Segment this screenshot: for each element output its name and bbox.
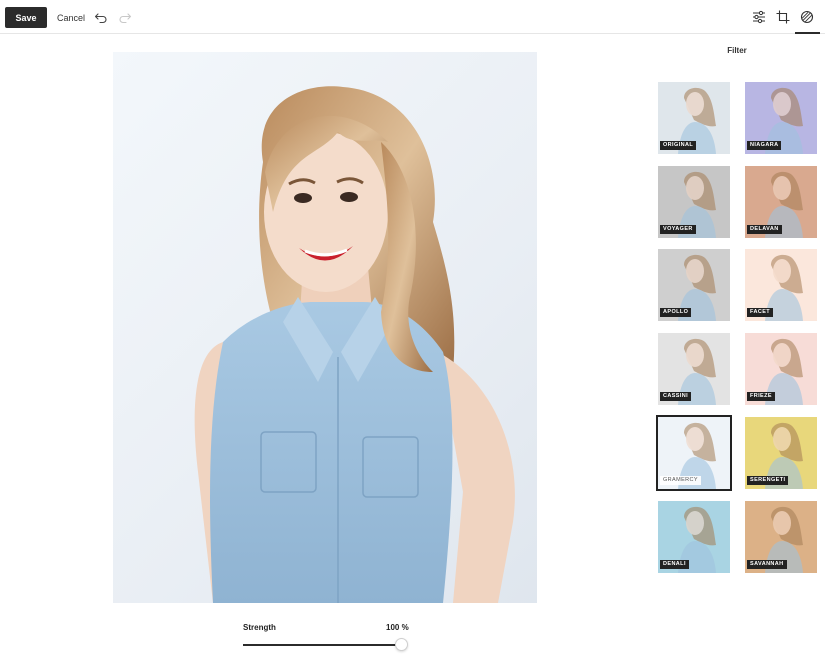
crop-icon[interactable]	[775, 9, 791, 25]
filter-label: CASSINI	[660, 391, 692, 401]
photo-canvas[interactable]	[113, 52, 537, 603]
strength-value: 100 %	[386, 623, 409, 632]
filter-panel-title: Filter	[727, 46, 747, 55]
strength-slider-thumb[interactable]	[395, 638, 408, 651]
strength-label: Strength	[243, 623, 276, 632]
filter-label: VOYAGER	[660, 224, 696, 234]
filters-icon[interactable]	[799, 9, 815, 25]
top-toolbar: Save Cancel	[0, 0, 825, 34]
filter-label: APOLLO	[660, 307, 692, 317]
cancel-button[interactable]: Cancel	[55, 7, 87, 28]
filter-thumbnail-cassini[interactable]: CASSINI	[658, 333, 730, 405]
filter-label: FACET	[747, 307, 774, 317]
filter-thumbnail-serengeti[interactable]: SERENGETI	[745, 417, 817, 489]
filter-thumbnail-denali[interactable]: DENALI	[658, 501, 730, 573]
filter-thumbnail-niagara[interactable]: NIAGARA	[745, 82, 817, 154]
portrait-photo	[194, 86, 515, 603]
filter-thumbnail-savannah[interactable]: SAVANNAH	[745, 501, 817, 573]
redo-icon[interactable]	[117, 9, 133, 25]
adjust-sliders-icon[interactable]	[751, 9, 767, 25]
undo-icon[interactable]	[93, 9, 109, 25]
filter-label: DELAVAN	[747, 224, 782, 234]
filter-label: GRAMERCY	[660, 475, 701, 485]
filter-label: SERENGETI	[747, 475, 789, 485]
filter-thumbnail-original[interactable]: ORIGINAL	[658, 82, 730, 154]
filter-thumbnail-voyager[interactable]: VOYAGER	[658, 166, 730, 238]
filter-thumbnail-apollo[interactable]: APOLLO	[658, 249, 730, 321]
filter-label: FRIEZE	[747, 391, 775, 401]
filter-label: ORIGINAL	[660, 140, 697, 150]
strength-slider-track[interactable]	[243, 644, 401, 646]
filter-label: SAVANNAH	[747, 559, 787, 569]
filter-thumbnail-gramercy[interactable]: GRAMERCY	[656, 415, 732, 491]
save-button[interactable]: Save	[5, 7, 47, 28]
filter-thumbnail-delavan[interactable]: DELAVAN	[745, 166, 817, 238]
filter-thumbnail-frieze[interactable]: FRIEZE	[745, 333, 817, 405]
filter-thumbnail-facet[interactable]: FACET	[745, 249, 817, 321]
active-tab-indicator	[795, 32, 820, 34]
filter-label: NIAGARA	[747, 140, 782, 150]
filter-label: DENALI	[660, 559, 689, 569]
